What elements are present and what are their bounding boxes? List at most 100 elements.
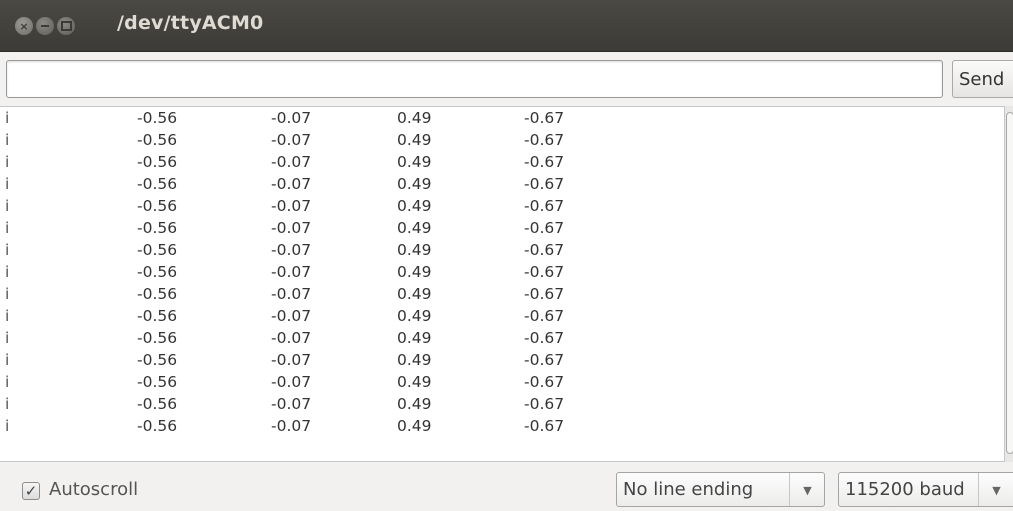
scrollbar-thumb[interactable]: [1006, 112, 1013, 454]
output-value: -0.67: [524, 197, 565, 215]
output-line: i -0.56 -0.07 0.49 -0.67: [0, 195, 1006, 217]
output-prefix: i: [5, 329, 10, 347]
scrollbar[interactable]: [1004, 106, 1013, 462]
output-prefix: i: [5, 351, 10, 369]
output-value: -0.07: [271, 351, 312, 369]
close-icon[interactable]: ×: [15, 17, 33, 35]
output-prefix: i: [5, 197, 10, 215]
output-value: 0.49: [397, 351, 432, 369]
output-value: -0.56: [137, 109, 178, 127]
output-value: -0.56: [137, 219, 178, 237]
serial-output[interactable]: i -0.56 -0.07 0.49 -0.67 i -0.56 -0.07 0.49 -0.67…: [0, 106, 1006, 462]
output-value: -0.67: [524, 175, 565, 193]
send-button[interactable]: Send: [952, 60, 1013, 98]
output-value: -0.67: [524, 417, 565, 435]
output-value: 0.49: [397, 197, 432, 215]
output-value: -0.07: [271, 175, 312, 193]
output-value: -0.07: [271, 285, 312, 303]
chevron-down-icon[interactable]: ▼: [978, 473, 1013, 506]
output-value: 0.49: [397, 373, 432, 391]
output-prefix: i: [5, 241, 10, 259]
output-value: -0.56: [137, 329, 178, 347]
output-prefix: i: [5, 417, 10, 435]
chevron-down-icon[interactable]: ▼: [789, 473, 825, 506]
output-line: i -0.56 -0.07 0.49 -0.67: [0, 371, 1006, 393]
output-line: i -0.56 -0.07 0.49 -0.67: [0, 349, 1006, 371]
output-value: -0.07: [271, 219, 312, 237]
output-line: i -0.56 -0.07 0.49 -0.67: [0, 107, 1006, 129]
output-value: -0.07: [271, 395, 312, 413]
line-ending-value: No line ending: [623, 479, 754, 500]
output-value: 0.49: [397, 219, 432, 237]
output-value: -0.56: [137, 373, 178, 391]
baud-rate-select[interactable]: 115200 baud ▼: [838, 472, 1013, 507]
output-value: -0.07: [271, 417, 312, 435]
output-value: -0.07: [271, 109, 312, 127]
output-value: 0.49: [397, 241, 432, 259]
output-prefix: i: [5, 285, 10, 303]
output-prefix: i: [5, 131, 10, 149]
output-value: -0.67: [524, 285, 565, 303]
output-value: -0.56: [137, 395, 178, 413]
autoscroll-label: Autoscroll: [49, 479, 139, 500]
output-prefix: i: [5, 219, 10, 237]
output-value: 0.49: [397, 285, 432, 303]
output-prefix: i: [5, 373, 10, 391]
output-value: -0.67: [524, 307, 565, 325]
maximize-icon[interactable]: [57, 17, 75, 35]
output-prefix: i: [5, 175, 10, 193]
output-value: -0.56: [137, 285, 178, 303]
output-value: -0.67: [524, 241, 565, 259]
output-value: -0.67: [524, 153, 565, 171]
line-ending-select[interactable]: No line ending ▼: [616, 472, 825, 507]
output-line: i -0.56 -0.07 0.49 -0.67: [0, 239, 1006, 261]
output-value: 0.49: [397, 175, 432, 193]
output-prefix: i: [5, 307, 10, 325]
output-value: 0.49: [397, 307, 432, 325]
output-prefix: i: [5, 109, 10, 127]
output-value: -0.56: [137, 351, 178, 369]
output-value: -0.07: [271, 329, 312, 347]
window-title: /dev/ttyACM0: [117, 12, 264, 34]
send-input[interactable]: [6, 60, 943, 98]
output-line: i -0.56 -0.07 0.49 -0.67: [0, 305, 1006, 327]
output-value: -0.07: [271, 197, 312, 215]
output-value: 0.49: [397, 395, 432, 413]
autoscroll-checkbox[interactable]: ✓: [22, 482, 40, 500]
output-value: -0.56: [137, 197, 178, 215]
output-value: -0.56: [137, 263, 178, 281]
output-value: -0.56: [137, 307, 178, 325]
output-line: i -0.56 -0.07 0.49 -0.67: [0, 415, 1006, 437]
output-line: i -0.56 -0.07 0.49 -0.67: [0, 393, 1006, 415]
output-value: -0.67: [524, 373, 565, 391]
output-value: 0.49: [397, 109, 432, 127]
output-line: i -0.56 -0.07 0.49 -0.67: [0, 151, 1006, 173]
output-prefix: i: [5, 395, 10, 413]
output-value: -0.07: [271, 131, 312, 149]
output-value: -0.07: [271, 241, 312, 259]
output-line: i -0.56 -0.07 0.49 -0.67: [0, 129, 1006, 151]
output-value: 0.49: [397, 153, 432, 171]
output-value: -0.07: [271, 373, 312, 391]
output-value: -0.67: [524, 219, 565, 237]
output-value: -0.67: [524, 329, 565, 347]
output-line: i -0.56 -0.07 0.49 -0.67: [0, 283, 1006, 305]
title-bar: × /dev/ttyACM0: [0, 0, 1013, 52]
output-line: i -0.56 -0.07 0.49 -0.67: [0, 173, 1006, 195]
output-value: -0.07: [271, 263, 312, 281]
output-value: -0.56: [137, 153, 178, 171]
output-line: i -0.56 -0.07 0.49 -0.67: [0, 217, 1006, 239]
output-value: -0.67: [524, 131, 565, 149]
output-line: i -0.56 -0.07 0.49 -0.67: [0, 327, 1006, 349]
baud-rate-value: 115200 baud: [845, 479, 965, 500]
output-value: -0.56: [137, 241, 178, 259]
output-value: -0.67: [524, 109, 565, 127]
output-value: -0.56: [137, 131, 178, 149]
output-value: -0.67: [524, 395, 565, 413]
output-value: -0.07: [271, 307, 312, 325]
output-prefix: i: [5, 263, 10, 281]
output-value: 0.49: [397, 329, 432, 347]
output-value: 0.49: [397, 131, 432, 149]
output-value: 0.49: [397, 263, 432, 281]
minimize-icon[interactable]: [36, 17, 54, 35]
